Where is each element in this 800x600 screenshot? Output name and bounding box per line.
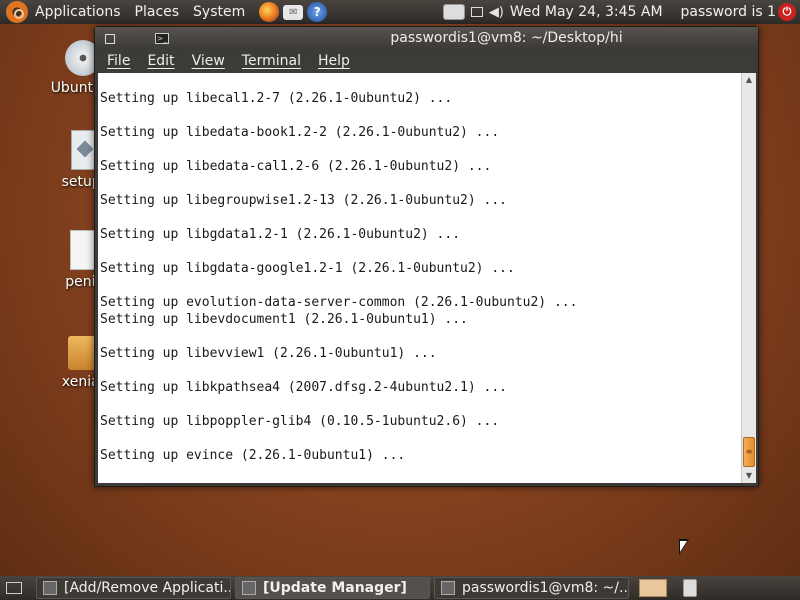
terminal-line: Setting up libevview1 (2.26.1-0ubuntu1) … (100, 346, 437, 361)
terminal-line: Setting up libkpathsea4 (2007.dfsg.2-4ub… (100, 380, 507, 395)
terminal-icon: >_ (155, 32, 169, 44)
terminal-line: Setting up libgdata-google1.2-1 (2.26.1-… (100, 261, 515, 276)
scrollbar-thumb[interactable]: ≡ (743, 437, 755, 467)
menu-edit[interactable]: Edit (147, 53, 174, 69)
taskbar-item-update-manager[interactable]: [Update Manager] (235, 577, 430, 599)
taskbar-item-add-remove[interactable]: [Add/Remove Applicati... (36, 577, 231, 599)
taskbar-item-terminal[interactable]: passwordis1@vm8: ~/... (434, 577, 629, 599)
window-title: passwordis1@vm8: ~/Desktop/hi (390, 30, 623, 46)
application-icon (43, 581, 57, 595)
menu-terminal[interactable]: Terminal (242, 53, 301, 69)
menu-file[interactable]: File (107, 53, 130, 69)
help-icon[interactable]: ? (307, 2, 328, 22)
terminal-line: Setting up libegroupwise1.2-13 (2.26.1-0… (100, 193, 507, 208)
terminal-line: Setting up evince (2.26.1-0ubuntu1) ... (100, 448, 406, 463)
bottom-panel: [Add/Remove Applicati... [Update Manager… (0, 576, 800, 600)
terminal-line: Setting up libgdata1.2-1 (2.26.1-0ubuntu… (100, 227, 461, 242)
top-panel: Applications Places System ✉ ? ◀) Wed Ma… (0, 0, 800, 24)
window-menu-icon[interactable] (105, 33, 115, 44)
applications-menu[interactable]: Applications (35, 4, 121, 20)
scroll-down-icon[interactable]: ▼ (742, 469, 756, 483)
mail-icon[interactable]: ✉ (283, 4, 304, 20)
menu-help[interactable]: Help (318, 53, 350, 69)
menu-view[interactable]: View (192, 53, 225, 69)
update-manager-icon (242, 581, 256, 595)
window-titlebar[interactable]: >_ passwordis1@vm8: ~/Desktop/hi (95, 27, 758, 49)
firefox-icon[interactable] (259, 2, 280, 22)
terminal-icon (441, 581, 455, 595)
printer-icon[interactable] (442, 3, 465, 21)
mouse-cursor-icon (679, 539, 689, 555)
system-menu[interactable]: System (193, 4, 245, 20)
terminal-window[interactable]: >_ passwordis1@vm8: ~/Desktop/hi File Ed… (94, 26, 759, 487)
terminal-output[interactable]: Setting up libecal1.2-7 (2.26.1-0ubuntu2… (98, 73, 741, 483)
terminal-line: Setting up libpoppler-glib4 (0.10.5-1ubu… (100, 414, 500, 429)
clock[interactable]: Wed May 24, 3:45 AM (510, 4, 663, 20)
volume-icon[interactable]: ◀) (489, 3, 504, 21)
terminal-line: Setting up libevdocument1 (2.26.1-0ubunt… (100, 312, 468, 327)
ubuntu-logo-icon[interactable] (6, 1, 28, 23)
terminal-line: Setting up evolution-data-server-common … (100, 295, 578, 310)
terminal-menubar: File Edit View Terminal Help (95, 49, 758, 73)
terminal-line: Setting up libedata-book1.2-2 (2.26.1-0u… (100, 125, 500, 140)
user-switcher[interactable]: password is 1 (681, 4, 776, 20)
power-icon[interactable]: ⏻ (778, 3, 796, 21)
window-list-icon[interactable] (470, 3, 483, 21)
scroll-up-icon[interactable]: ▲ (742, 73, 756, 87)
taskbar-item-label: [Add/Remove Applicati... (64, 580, 231, 596)
workspace-switcher[interactable] (639, 579, 667, 597)
trash-icon[interactable] (683, 579, 697, 597)
taskbar-item-label: passwordis1@vm8: ~/... (462, 580, 629, 596)
taskbar-item-label: [Update Manager] (263, 580, 407, 596)
places-menu[interactable]: Places (135, 4, 180, 20)
terminal-line: Setting up libedata-cal1.2-6 (2.26.1-0ub… (100, 159, 492, 174)
terminal-scrollbar[interactable]: ▲ ≡ ▼ (741, 73, 756, 483)
show-desktop-icon[interactable] (6, 582, 22, 594)
terminal-line: Setting up libecal1.2-7 (2.26.1-0ubuntu2… (100, 91, 453, 106)
